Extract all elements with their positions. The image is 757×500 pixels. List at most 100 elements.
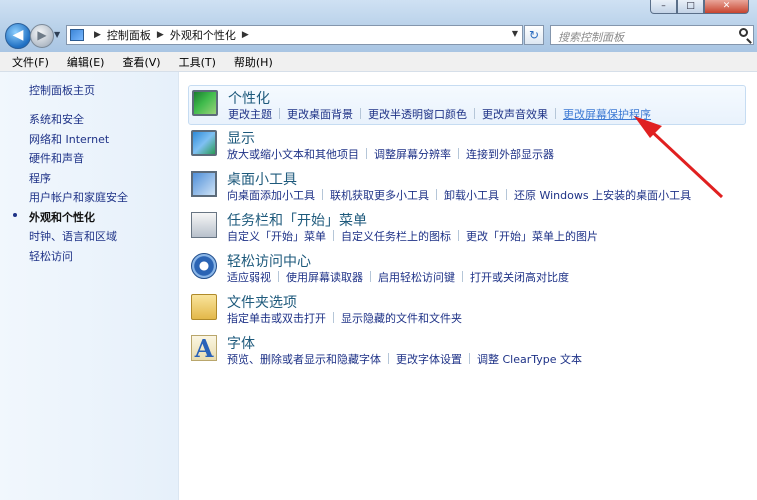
fonts-icon[interactable]: A xyxy=(191,335,217,362)
menu-edit[interactable]: 编辑(E) xyxy=(55,54,111,70)
link-screen-resolution[interactable]: 调整屏幕分辨率 xyxy=(374,148,451,161)
search-icon[interactable] xyxy=(739,28,748,37)
back-arrow-icon[interactable]: ◀ xyxy=(5,23,31,49)
refresh-icon[interactable]: ↻ xyxy=(524,25,544,45)
link-accessibility-keys[interactable]: 启用轻松访问键 xyxy=(378,271,455,284)
menu-view[interactable]: 查看(V) xyxy=(110,54,166,70)
link-start-menu-picture[interactable]: 更改「开始」菜单上的图片 xyxy=(466,230,598,243)
address-dropdown-icon[interactable]: ▼ xyxy=(512,29,518,38)
link-show-hidden-files[interactable]: 显示隐藏的文件和文件夹 xyxy=(341,312,462,325)
sidebar-item-network[interactable]: 网络和 Internet xyxy=(29,131,109,147)
breadcrumb-appearance[interactable]: 外观和个性化 xyxy=(170,27,236,43)
minimize-button[interactable]: – xyxy=(650,0,677,14)
category-display: 显示 放大或缩小文本和其他项目 调整屏幕分辨率 连接到外部显示器 xyxy=(188,126,746,166)
close-button[interactable]: ✕ xyxy=(704,0,749,14)
link-customize-start-menu[interactable]: 自定义「开始」菜单 xyxy=(227,230,326,243)
link-separator xyxy=(555,108,556,119)
sidebar-item-user-accounts[interactable]: 用户帐户和家庭安全 xyxy=(29,189,128,205)
link-single-double-click[interactable]: 指定单击或双击打开 xyxy=(227,312,326,325)
sidebar-item-appearance[interactable]: 外观和个性化 xyxy=(29,209,95,225)
link-uninstall-gadget[interactable]: 卸载小工具 xyxy=(444,189,499,202)
category-title[interactable]: 桌面小工具 xyxy=(227,169,297,189)
link-preview-fonts[interactable]: 预览、删除或者显示和隐藏字体 xyxy=(227,353,381,366)
category-gadgets: 桌面小工具 向桌面添加小工具 联机获取更多小工具 卸载小工具 还原 Windows 上… xyxy=(188,167,746,207)
link-screen-reader[interactable]: 使用屏幕读取器 xyxy=(286,271,363,284)
category-links: 向桌面添加小工具 联机获取更多小工具 卸载小工具 还原 Windows 上安装的桌面小… xyxy=(227,187,691,203)
sidebar-item-programs[interactable]: 程序 xyxy=(29,170,51,186)
sidebar: 控制面板主页 系统和安全 网络和 Internet 硬件和声音 程序 用户帐户和… xyxy=(0,72,179,500)
ease-of-access-icon[interactable] xyxy=(191,253,217,279)
sidebar-item-clock-language[interactable]: 时钟、语言和区域 xyxy=(29,228,117,244)
link-separator xyxy=(366,148,367,159)
link-low-vision[interactable]: 适应弱视 xyxy=(227,271,271,284)
category-ease-of-access: 轻松访问中心 适应弱视 使用屏幕读取器 启用轻松访问键 打开或关闭高对比度 xyxy=(188,249,746,289)
category-links: 预览、删除或者显示和隐藏字体 更改字体设置 调整 ClearType 文本 xyxy=(227,351,582,367)
link-add-gadgets[interactable]: 向桌面添加小工具 xyxy=(227,189,315,202)
maximize-button[interactable]: □ xyxy=(677,0,704,14)
menu-help[interactable]: 帮助(H) xyxy=(222,54,279,70)
link-screen-saver[interactable]: 更改屏幕保护程序 xyxy=(563,108,651,121)
breadcrumb-separator-icon[interactable]: ▶ xyxy=(242,30,249,40)
control-panel-icon xyxy=(70,29,84,41)
link-separator xyxy=(278,271,279,282)
link-customize-taskbar-icons[interactable]: 自定义任务栏上的图标 xyxy=(341,230,451,243)
link-high-contrast[interactable]: 打开或关闭高对比度 xyxy=(470,271,569,284)
category-title[interactable]: 轻松访问中心 xyxy=(227,251,311,271)
sidebar-item-hardware-sound[interactable]: 硬件和声音 xyxy=(29,150,84,166)
taskbar-icon[interactable] xyxy=(191,212,217,238)
link-separator xyxy=(322,189,323,200)
link-separator xyxy=(370,271,371,282)
category-fonts: A 字体 预览、删除或者显示和隐藏字体 更改字体设置 调整 ClearType 文本 xyxy=(188,331,746,371)
link-separator xyxy=(333,230,334,241)
menu-file[interactable]: 文件(F) xyxy=(0,54,55,70)
breadcrumb-control-panel[interactable]: 控制面板 xyxy=(107,27,151,43)
link-cleartype[interactable]: 调整 ClearType 文本 xyxy=(477,353,582,366)
link-separator xyxy=(458,148,459,159)
link-separator xyxy=(462,271,463,282)
address-bar[interactable]: ▶ 控制面板 ▶ 外观和个性化 ▶ ▼ xyxy=(66,25,523,45)
category-title[interactable]: 任务栏和「开始」菜单 xyxy=(227,210,367,230)
title-bar: – □ ✕ ◀ ▶ ▼ ▶ 控制面板 ▶ 外观和个性化 ▶ ▼ ↻ 搜索控制面板 xyxy=(0,0,757,52)
link-separator xyxy=(458,230,459,241)
link-get-more-gadgets[interactable]: 联机获取更多小工具 xyxy=(330,189,429,202)
link-separator xyxy=(333,312,334,323)
link-sound-effects[interactable]: 更改声音效果 xyxy=(482,108,548,121)
breadcrumb-separator-icon[interactable]: ▶ xyxy=(94,30,101,40)
category-title[interactable]: 文件夹选项 xyxy=(227,292,297,312)
folder-options-icon[interactable] xyxy=(191,294,217,320)
link-separator xyxy=(436,189,437,200)
link-separator xyxy=(279,108,280,119)
link-restore-gadgets[interactable]: 还原 Windows 上安装的桌面小工具 xyxy=(514,189,691,202)
link-window-color[interactable]: 更改半透明窗口颜色 xyxy=(368,108,467,121)
display-icon[interactable] xyxy=(191,130,217,156)
category-links: 指定单击或双击打开 显示隐藏的文件和文件夹 xyxy=(227,310,462,326)
link-font-settings[interactable]: 更改字体设置 xyxy=(396,353,462,366)
menu-bar: 文件(F) 编辑(E) 查看(V) 工具(T) 帮助(H) xyxy=(0,52,757,72)
menu-tools[interactable]: 工具(T) xyxy=(167,54,222,70)
category-list: 个性化 更改主题 更改桌面背景 更改半透明窗口颜色 更改声音效果 更改屏幕保护程序 显示… xyxy=(188,72,757,500)
category-links: 适应弱视 使用屏幕读取器 启用轻松访问键 打开或关闭高对比度 xyxy=(227,269,569,285)
breadcrumb-separator-icon[interactable]: ▶ xyxy=(157,30,164,40)
category-personalization: 个性化 更改主题 更改桌面背景 更改半透明窗口颜色 更改声音效果 更改屏幕保护程序 xyxy=(188,85,746,125)
link-external-display[interactable]: 连接到外部显示器 xyxy=(466,148,554,161)
link-change-theme[interactable]: 更改主题 xyxy=(228,108,272,121)
sidebar-item-ease-of-access[interactable]: 轻松访问 xyxy=(29,248,73,264)
navigation-bar: ◀ ▶ ▼ ▶ 控制面板 ▶ 外观和个性化 ▶ ▼ ↻ 搜索控制面板 xyxy=(0,20,757,50)
link-separator xyxy=(388,353,389,364)
sidebar-item-system-security[interactable]: 系统和安全 xyxy=(29,111,84,127)
gadgets-icon[interactable] xyxy=(191,171,217,197)
category-taskbar: 任务栏和「开始」菜单 自定义「开始」菜单 自定义任务栏上的图标 更改「开始」菜单上的… xyxy=(188,208,746,248)
recent-pages-dropdown-icon[interactable]: ▼ xyxy=(54,30,60,39)
link-separator xyxy=(469,353,470,364)
forward-arrow-icon[interactable]: ▶ xyxy=(30,24,54,48)
category-title[interactable]: 个性化 xyxy=(228,88,270,108)
link-text-size[interactable]: 放大或缩小文本和其他项目 xyxy=(227,148,359,161)
link-desktop-background[interactable]: 更改桌面背景 xyxy=(287,108,353,121)
category-title[interactable]: 显示 xyxy=(227,128,255,148)
search-input[interactable]: 搜索控制面板 xyxy=(550,25,754,45)
category-title[interactable]: 字体 xyxy=(227,333,255,353)
personalization-icon[interactable] xyxy=(192,90,218,116)
active-bullet-icon xyxy=(13,213,17,217)
sidebar-home-link[interactable]: 控制面板主页 xyxy=(29,82,95,98)
category-links: 更改主题 更改桌面背景 更改半透明窗口颜色 更改声音效果 更改屏幕保护程序 xyxy=(228,106,651,122)
